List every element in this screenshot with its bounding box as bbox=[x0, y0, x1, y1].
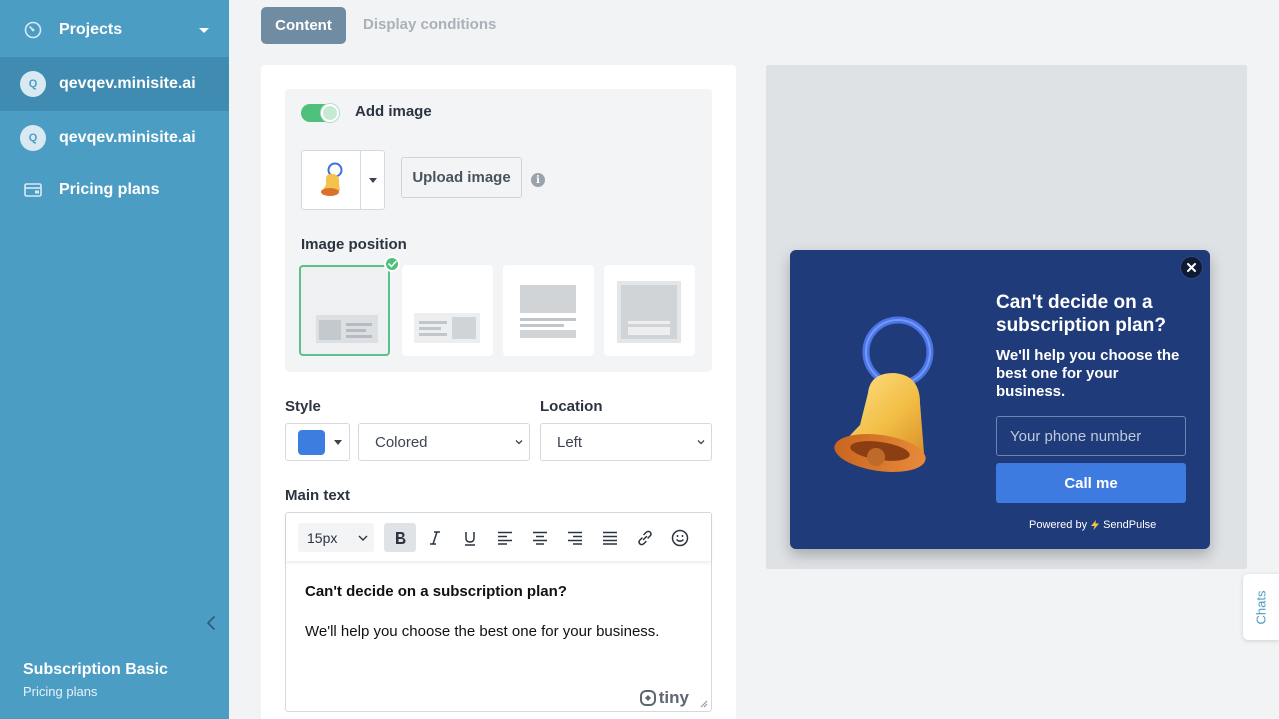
call-me-button[interactable]: Call me bbox=[996, 463, 1186, 503]
sidebar-item-label: Pricing plans bbox=[59, 181, 160, 198]
align-center-button[interactable] bbox=[524, 523, 556, 552]
bell-thumbnail-icon bbox=[321, 162, 343, 196]
sidebar-item-site-1[interactable]: Q qevqev.minisite.ai bbox=[0, 57, 229, 111]
link-button[interactable] bbox=[629, 523, 661, 552]
justify-button[interactable] bbox=[594, 523, 626, 552]
emoji-button[interactable] bbox=[664, 523, 696, 552]
chevron-down-icon bbox=[515, 440, 523, 445]
chevron-down-icon bbox=[369, 178, 377, 183]
chevron-down-icon bbox=[199, 28, 209, 33]
tab-content[interactable]: Content bbox=[261, 7, 346, 44]
pricing-plans-link[interactable]: Pricing plans bbox=[23, 684, 97, 699]
tiny-logo: tiny bbox=[639, 688, 689, 708]
align-right-icon bbox=[568, 531, 582, 545]
sendpulse-brand: SendPulse bbox=[1103, 519, 1157, 531]
align-left-icon bbox=[498, 531, 512, 545]
wallet-icon bbox=[20, 177, 46, 203]
check-icon bbox=[384, 256, 400, 272]
sidebar-item-label: qevqev.minisite.ai bbox=[59, 129, 196, 146]
font-size-select[interactable]: 15px bbox=[298, 523, 374, 552]
link-icon bbox=[638, 530, 652, 545]
sidebar-item-pricing-plans[interactable]: Pricing plans bbox=[0, 163, 229, 217]
add-image-label: Add image bbox=[355, 103, 432, 120]
popup-title: Can't decide on a subscription plan? bbox=[996, 292, 1166, 336]
bell-illustration-icon bbox=[834, 316, 934, 472]
projects-icon bbox=[20, 17, 46, 43]
location-select-value: Left bbox=[557, 433, 583, 451]
underline-icon bbox=[465, 531, 475, 546]
main-text-label: Main text bbox=[285, 487, 351, 504]
tiny-logo-icon bbox=[639, 690, 656, 706]
align-left-button[interactable] bbox=[489, 523, 521, 552]
chevron-down-icon bbox=[334, 440, 342, 445]
add-image-toggle[interactable] bbox=[301, 104, 339, 122]
bold-icon bbox=[396, 531, 406, 544]
editor-body-text[interactable]: We'll help you choose the best one for y… bbox=[305, 623, 659, 640]
chevron-down-icon bbox=[697, 440, 705, 445]
resize-handle-icon[interactable] bbox=[700, 700, 708, 708]
font-size-value: 15px bbox=[307, 529, 338, 546]
style-select-value: Colored bbox=[375, 433, 428, 451]
lightning-icon bbox=[1091, 520, 1100, 530]
powered-by-text: Powered by bbox=[1029, 519, 1088, 531]
position-option-top-image[interactable] bbox=[503, 265, 594, 356]
position-option-right-image[interactable] bbox=[402, 265, 493, 356]
sidebar: Projects Q qevqev.minisite.ai Q qevqev.m… bbox=[0, 0, 229, 719]
popup-text: We'll help you choose the best one for y… bbox=[996, 347, 1180, 400]
projects-menu[interactable]: Projects bbox=[0, 3, 229, 57]
chats-button[interactable]: Chats bbox=[1243, 574, 1279, 640]
image-selector[interactable] bbox=[301, 150, 385, 210]
italic-button[interactable] bbox=[419, 523, 451, 552]
projects-label: Projects bbox=[59, 21, 123, 38]
rich-text-editor: 15px Can't decide on a subscription plan… bbox=[285, 512, 712, 712]
chevron-left-icon[interactable] bbox=[204, 614, 218, 632]
sidebar-item-site-2[interactable]: Q qevqev.minisite.ai bbox=[0, 111, 229, 165]
align-center-icon bbox=[533, 531, 547, 545]
close-icon[interactable] bbox=[1180, 256, 1203, 279]
powered-by[interactable]: Powered by SendPulse bbox=[1029, 519, 1156, 531]
chats-label: Chats bbox=[1253, 590, 1269, 624]
toggle-knob bbox=[321, 104, 339, 122]
style-select[interactable]: Colored bbox=[358, 423, 530, 461]
chevron-down-icon bbox=[358, 535, 368, 541]
editor-toolbar: 15px bbox=[286, 513, 711, 561]
color-picker[interactable] bbox=[285, 423, 350, 461]
phone-input[interactable] bbox=[996, 416, 1186, 456]
upload-image-button[interactable]: Upload image bbox=[401, 157, 522, 198]
bold-button[interactable] bbox=[384, 523, 416, 552]
avatar: Q bbox=[20, 125, 46, 151]
align-right-button[interactable] bbox=[559, 523, 591, 552]
editor-heading-text[interactable]: Can't decide on a subscription plan? bbox=[305, 583, 567, 600]
avatar: Q bbox=[20, 71, 46, 97]
justify-icon bbox=[603, 531, 617, 545]
style-label: Style bbox=[285, 398, 321, 415]
underline-button[interactable] bbox=[454, 523, 486, 552]
info-icon[interactable]: i bbox=[531, 173, 545, 187]
location-label: Location bbox=[540, 398, 603, 415]
emoji-icon bbox=[671, 529, 689, 546]
image-position-label: Image position bbox=[301, 236, 407, 253]
tiny-brand-text: tiny bbox=[658, 688, 689, 707]
location-select[interactable]: Left bbox=[540, 423, 712, 461]
current-plan-title: Subscription Basic bbox=[23, 661, 168, 678]
italic-icon bbox=[430, 530, 440, 545]
color-swatch bbox=[298, 430, 325, 455]
sidebar-item-label: qevqev.minisite.ai bbox=[59, 75, 196, 92]
position-option-background-image[interactable] bbox=[604, 265, 695, 356]
position-option-left-image[interactable] bbox=[299, 265, 390, 356]
tab-display-conditions[interactable]: Display conditions bbox=[363, 16, 496, 33]
